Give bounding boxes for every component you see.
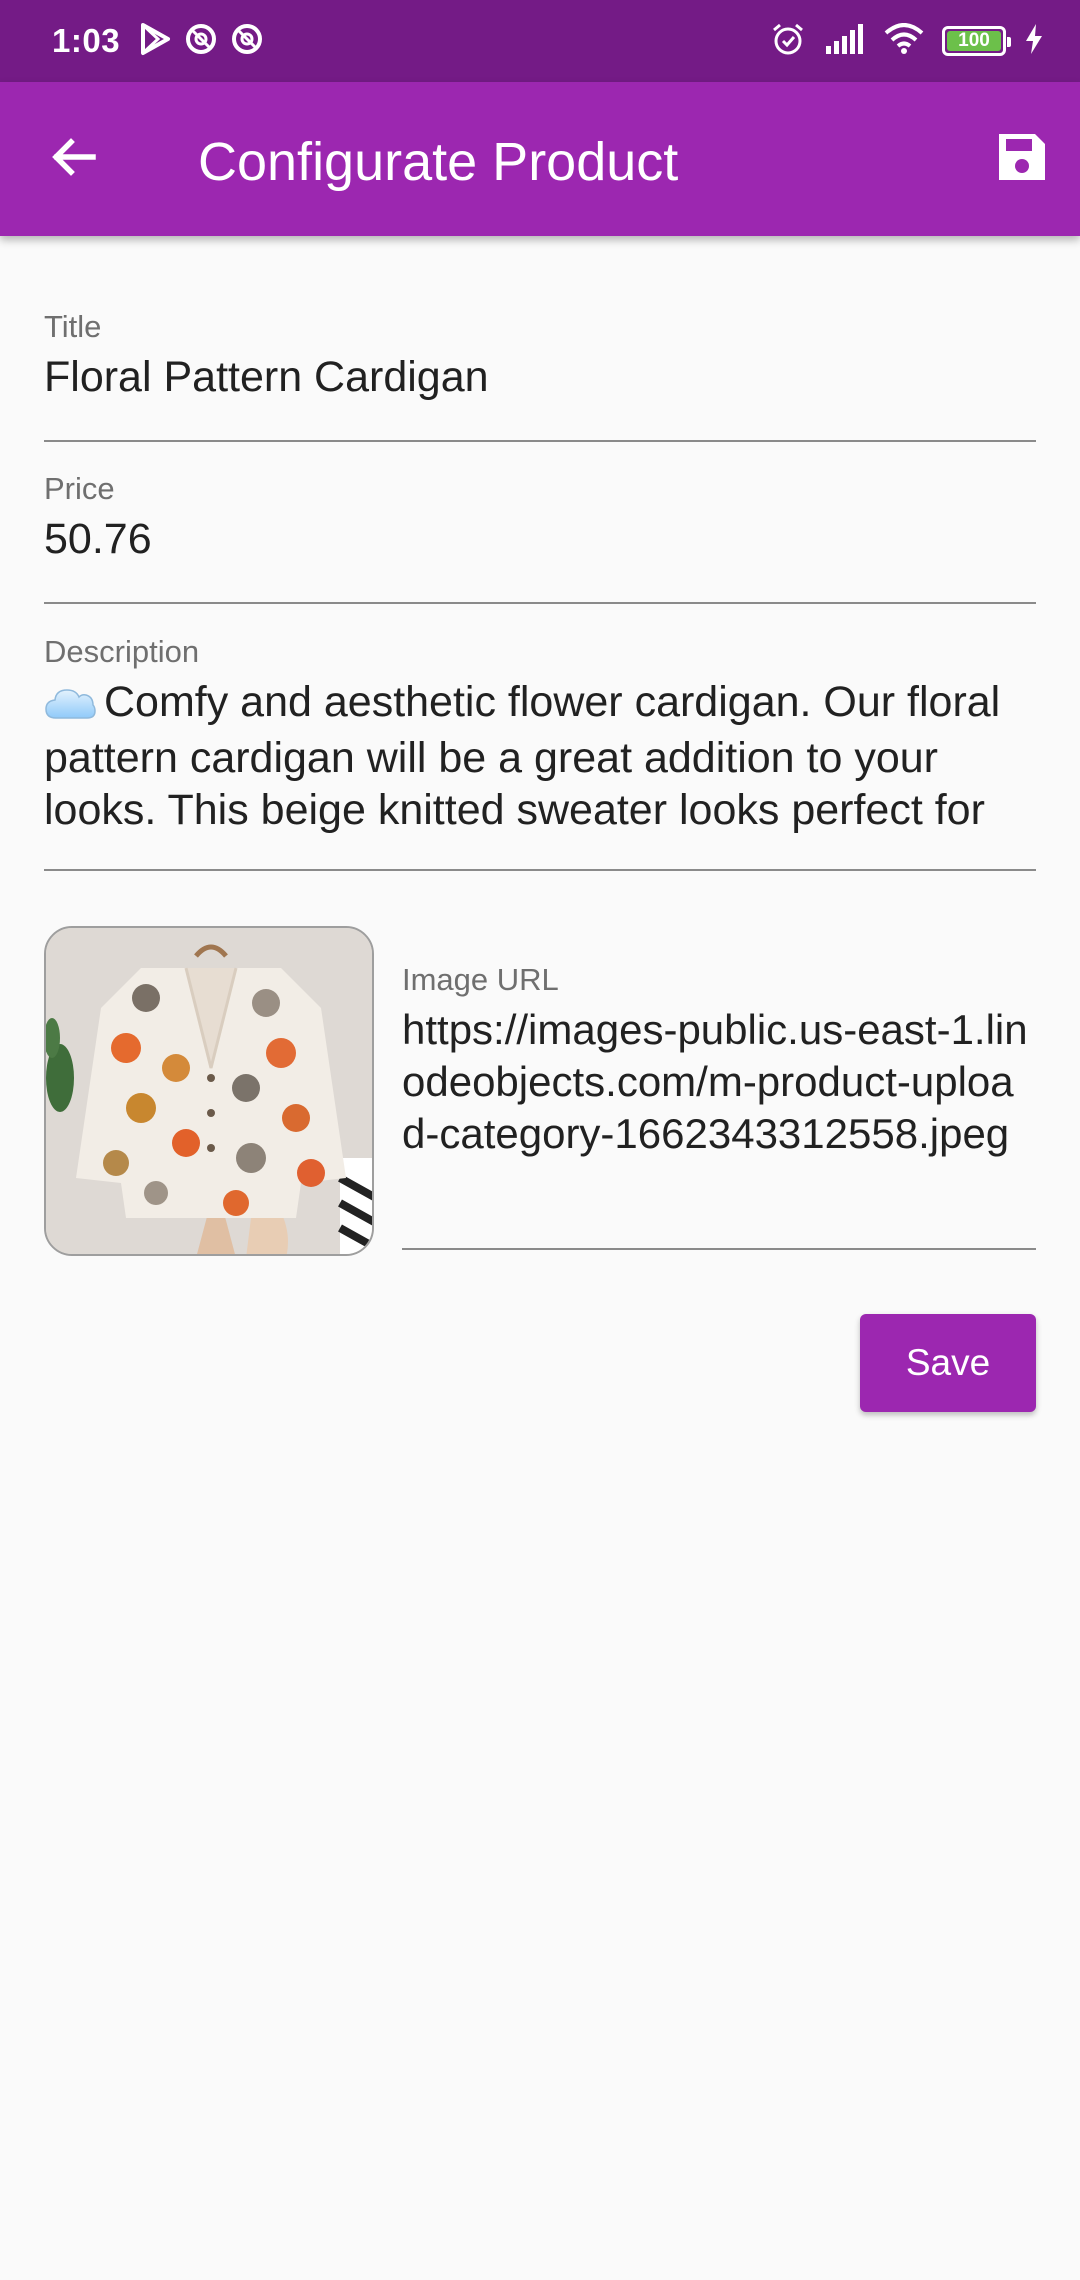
signal-icon <box>824 23 866 59</box>
status-time: 1:03 <box>52 22 121 59</box>
alarm-icon <box>770 21 806 62</box>
status-bar: 1:03 100 <box>0 0 1080 82</box>
wifi-icon <box>884 22 924 60</box>
price-label: Price <box>44 471 115 506</box>
save-icon <box>995 130 1049 189</box>
save-button[interactable]: Save <box>860 1314 1036 1412</box>
notification-icon <box>184 22 218 61</box>
description-input[interactable]: Comfy and aesthetic flower cardigan. Our… <box>44 676 1036 836</box>
description-underline <box>44 869 1036 871</box>
app-bar: Configurate Product <box>0 82 1080 236</box>
price-underline <box>44 602 1036 604</box>
price-field[interactable]: Price 50.76 <box>44 471 1036 605</box>
battery-icon: 100 <box>942 26 1011 56</box>
page-title: Configurate Product <box>198 132 679 192</box>
play-store-icon <box>138 22 172 61</box>
title-label: Title <box>44 309 102 344</box>
image-url-underline <box>402 1248 1036 1250</box>
status-right-icons: 100 <box>770 0 1044 82</box>
title-field[interactable]: Title Floral Pattern Cardigan <box>44 309 1036 443</box>
image-url-field[interactable]: Image URL https://images-public.us-east-… <box>402 962 1036 1252</box>
title-input[interactable]: Floral Pattern Cardigan <box>44 351 1036 403</box>
description-field[interactable]: Description Comfy and aesthetic flower c… <box>44 634 1036 872</box>
product-image <box>44 926 374 1256</box>
arrow-back-icon <box>49 132 99 187</box>
price-input[interactable]: 50.76 <box>44 513 1036 565</box>
description-text: Comfy and aesthetic flower cardigan. Our… <box>44 678 1001 834</box>
image-url-input[interactable]: https://images-public.us-east-1.linodeob… <box>402 1004 1036 1160</box>
status-left-icons <box>138 22 264 61</box>
back-button[interactable] <box>40 125 108 193</box>
battery-level: 100 <box>958 30 990 51</box>
cloud-icon <box>44 680 96 732</box>
description-label: Description <box>44 634 200 669</box>
image-url-label: Image URL <box>402 962 559 997</box>
charging-icon <box>1024 23 1044 59</box>
save-action-button[interactable] <box>988 125 1056 193</box>
notification-icon <box>230 22 264 61</box>
title-underline <box>44 440 1036 442</box>
